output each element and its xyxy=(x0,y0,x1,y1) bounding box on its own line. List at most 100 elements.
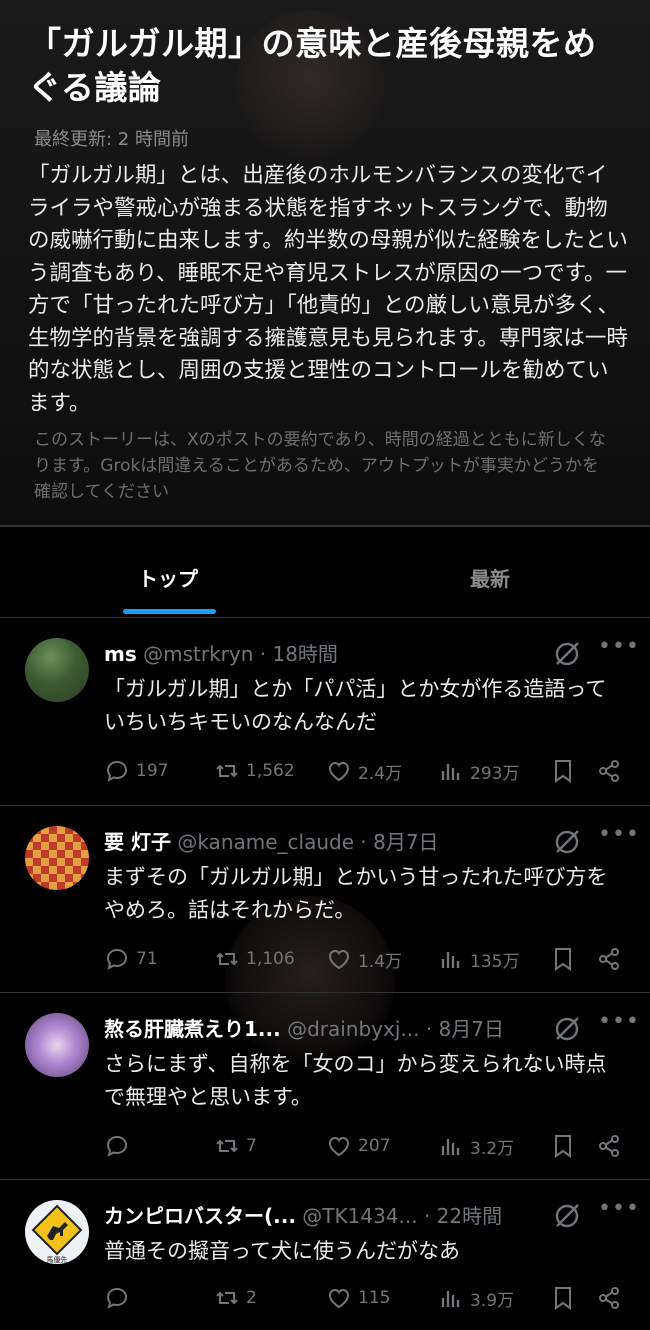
heart-icon xyxy=(328,1288,350,1309)
post-time[interactable]: · 8月7日 xyxy=(360,830,438,854)
tab-latest[interactable]: 最新 xyxy=(470,563,510,592)
horse-sign-icon: 馬優先 xyxy=(31,1204,83,1264)
views-button[interactable]: 3.2万 xyxy=(438,1133,514,1159)
like-count: 207 xyxy=(358,1136,391,1156)
reply-button[interactable] xyxy=(104,1133,136,1159)
post-actions: 197 1,562 2.4万 293万 xyxy=(104,758,634,788)
reply-icon xyxy=(106,1287,128,1309)
post-time[interactable]: · 8月7日 xyxy=(426,1017,504,1041)
post-meta: ms @mstrkryn · 18時間 xyxy=(104,638,338,667)
share-icon xyxy=(599,948,619,970)
user-handle[interactable]: @drainbyxj... xyxy=(287,1017,419,1041)
reply-icon xyxy=(106,948,128,970)
heart-icon xyxy=(328,949,350,970)
user-handle[interactable]: @kaname_claude xyxy=(177,830,354,854)
story-title: 「ガルガル期」の意味と産後母親をめぐる議論 xyxy=(28,24,597,107)
user-handle[interactable]: @mstrkryn xyxy=(143,642,253,666)
story-summary: 「ガルガル期」とは、出産後のホルモンバランスの変化でイライラや警戒心が強まる状態… xyxy=(28,163,628,416)
repost-count: 2 xyxy=(246,1288,257,1308)
post-actions: 7 207 3.2万 xyxy=(104,1133,634,1163)
post-meta: カンピロバスター(... @TK1434... · 22時間 xyxy=(104,1200,502,1229)
user-handle[interactable]: @TK1434... xyxy=(302,1204,417,1228)
display-name[interactable]: カンピロバスター(... xyxy=(104,1204,296,1228)
repost-button[interactable]: 7 xyxy=(214,1133,257,1159)
views-icon xyxy=(441,764,460,780)
post-time[interactable]: · 18時間 xyxy=(260,642,338,666)
grok-icon[interactable] xyxy=(553,640,581,668)
bookmark-button[interactable] xyxy=(550,946,576,972)
updated-timestamp: 最終更新: 2 時間前 xyxy=(34,129,189,150)
bookmark-button[interactable] xyxy=(550,758,576,784)
share-button[interactable] xyxy=(596,758,622,784)
views-icon xyxy=(441,1139,460,1155)
display-name[interactable]: 熬る肝臓煮えり1... xyxy=(104,1017,281,1041)
more-options-icon[interactable]: ••• xyxy=(598,634,640,659)
like-button[interactable]: 207 xyxy=(326,1133,390,1159)
like-count: 1.4万 xyxy=(358,951,403,972)
reply-icon xyxy=(106,1135,128,1157)
repost-button[interactable]: 1,562 xyxy=(214,758,295,784)
like-count: 115 xyxy=(358,1288,391,1308)
post-text: 普通その擬音って犬に使うんだがなあ xyxy=(104,1239,460,1263)
view-count: 135万 xyxy=(470,951,520,972)
post-actions: 2 115 3.9万 xyxy=(104,1285,634,1315)
post-text: 「ガルガル期」とか「パパ活」とか女が作る造語っていちいちキモいのなんなんだ xyxy=(104,677,607,734)
avatar[interactable] xyxy=(25,1013,89,1077)
reply-button[interactable] xyxy=(104,1285,136,1311)
avatar[interactable] xyxy=(25,638,89,702)
heart-icon xyxy=(328,761,350,782)
tab-bar: トップ 最新 xyxy=(0,527,650,617)
share-icon xyxy=(599,1135,619,1157)
like-button[interactable]: 115 xyxy=(326,1285,390,1311)
like-count: 2.4万 xyxy=(358,763,403,784)
more-options-icon[interactable]: ••• xyxy=(598,822,640,847)
reply-count: 197 xyxy=(136,761,169,781)
post[interactable]: ms @mstrkryn · 18時間 ••• 「ガルガル期」とか「パパ活」とか… xyxy=(0,618,650,806)
post-text: まずその「ガルガル期」とかいう甘ったれた呼び方をやめろ。話はそれからだ。 xyxy=(104,865,608,922)
bookmark-button[interactable] xyxy=(550,1285,576,1311)
like-button[interactable]: 2.4万 xyxy=(326,758,402,784)
post-meta: 要 灯子 @kaname_claude · 8月7日 xyxy=(104,826,439,855)
share-icon xyxy=(599,760,619,782)
share-button[interactable] xyxy=(596,1133,622,1159)
more-options-icon[interactable]: ••• xyxy=(598,1009,640,1034)
views-button[interactable]: 135万 xyxy=(438,946,519,972)
view-count: 3.9万 xyxy=(470,1290,515,1311)
post-actions: 71 1,106 1.4万 135万 xyxy=(104,946,634,976)
grok-icon[interactable] xyxy=(553,1202,581,1230)
view-count: 293万 xyxy=(470,763,520,784)
views-icon xyxy=(441,952,460,968)
more-options-icon[interactable]: ••• xyxy=(598,1196,640,1221)
bookmark-icon xyxy=(555,948,571,971)
share-button[interactable] xyxy=(596,946,622,972)
grok-icon[interactable] xyxy=(553,828,581,856)
views-button[interactable]: 293万 xyxy=(438,758,519,784)
display-name[interactable]: ms xyxy=(104,642,137,666)
share-button[interactable] xyxy=(596,1285,622,1311)
tab-top[interactable]: トップ xyxy=(138,563,198,592)
post[interactable]: 要 灯子 @kaname_claude · 8月7日 ••• まずその「ガルガル… xyxy=(0,806,650,1066)
bookmark-button[interactable] xyxy=(550,1133,576,1159)
reply-button[interactable]: 71 xyxy=(104,946,158,972)
reply-icon xyxy=(106,760,128,782)
like-button[interactable]: 1.4万 xyxy=(326,946,402,972)
post-meta: 熬る肝臓煮えり1... @drainbyxj... · 8月7日 xyxy=(104,1013,504,1042)
repost-icon xyxy=(216,1291,238,1305)
display-name[interactable]: 要 灯子 xyxy=(104,830,171,854)
post[interactable]: 馬優先 カンピロバスター(... @TK1434... · 22時間 ••• 普… xyxy=(0,1180,650,1330)
post-time[interactable]: · 22時間 xyxy=(424,1204,502,1228)
grok-icon[interactable] xyxy=(553,1015,581,1043)
avatar[interactable] xyxy=(25,826,89,890)
views-button[interactable]: 3.9万 xyxy=(438,1285,514,1311)
svg-text:馬優先: 馬優先 xyxy=(47,1255,68,1264)
avatar[interactable]: 馬優先 xyxy=(25,1200,89,1264)
repost-button[interactable]: 1,106 xyxy=(214,946,295,972)
reply-button[interactable]: 197 xyxy=(104,758,168,784)
repost-icon xyxy=(216,952,238,966)
repost-count: 1,562 xyxy=(246,761,295,781)
views-icon xyxy=(441,1291,460,1307)
repost-icon xyxy=(216,1139,238,1153)
repost-button[interactable]: 2 xyxy=(214,1285,257,1311)
active-tab-indicator xyxy=(123,609,216,614)
post[interactable]: 熬る肝臓煮えり1... @drainbyxj... · 8月7日 ••• さらに… xyxy=(0,993,650,1180)
